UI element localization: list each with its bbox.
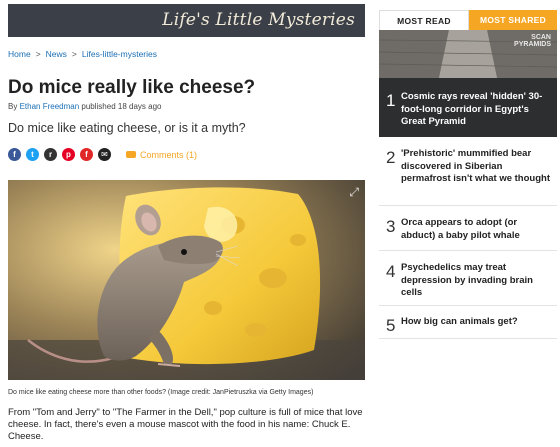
rank-number: 4: [386, 262, 396, 281]
hero-image: ⤢: [8, 180, 365, 380]
sidebar-tabs: MOST READ MOST SHARED: [379, 10, 557, 30]
most-read-item[interactable]: 2 'Prehistoric' mummified bear discovere…: [379, 137, 557, 206]
comment-bubble-icon: [126, 151, 136, 158]
breadcrumb-section[interactable]: Lifes-little-mysteries: [82, 49, 157, 59]
reddit-icon[interactable]: r: [44, 148, 57, 161]
most-read-item[interactable]: 5 How big can animals get?: [379, 306, 557, 339]
email-icon[interactable]: ✉: [98, 148, 111, 161]
most-read-item[interactable]: SCAN PYRAMIDS 1 Cosmic rays reveal 'hidde…: [378, 30, 558, 137]
tab-most-shared[interactable]: MOST SHARED: [469, 10, 557, 30]
breadcrumb-separator: >: [71, 49, 77, 59]
facebook-icon[interactable]: f: [8, 148, 21, 161]
rank-number: 3: [386, 217, 396, 236]
site-title[interactable]: Life's Little Mysteries: [162, 10, 355, 30]
rank-number: 1: [386, 91, 396, 110]
comments-label: Comments (1): [140, 149, 198, 160]
most-read-title[interactable]: How big can animals get?: [401, 316, 524, 329]
most-read-item[interactable]: 4 Psychedelics may treat depression by i…: [379, 251, 557, 306]
image-caption: Do mice like eating cheese more than oth…: [8, 389, 314, 396]
byline-prefix: By: [8, 102, 18, 111]
breadcrumb-separator: >: [35, 49, 41, 59]
article-standfirst: Do mice like eating cheese, or is it a m…: [8, 121, 246, 135]
article-paragraph: From "Tom and Jerry" to "The Farmer in t…: [8, 407, 363, 442]
flipboard-icon[interactable]: f: [80, 148, 93, 161]
scan-pyramids-logo: SCAN PYRAMIDS: [514, 34, 551, 48]
expand-icon[interactable]: ⤢: [349, 185, 359, 200]
byline: By Ethan Freedman published 18 days ago: [8, 102, 161, 111]
site-banner[interactable]: Life's Little Mysteries: [8, 4, 365, 37]
most-read-list: SCAN PYRAMIDS 1 Cosmic rays reveal 'hidde…: [378, 30, 558, 339]
breadcrumb-home[interactable]: Home: [8, 49, 31, 59]
comments-link[interactable]: Comments (1): [126, 150, 197, 160]
most-read-title[interactable]: Psychedelics may treat depression by inv…: [401, 262, 557, 300]
most-read-item[interactable]: 3 Orca appears to adopt (or abduct) a ba…: [379, 206, 557, 251]
tab-most-read[interactable]: MOST READ: [379, 10, 469, 30]
article-headline: Do mice really like cheese?: [8, 77, 256, 98]
most-read-title[interactable]: Cosmic rays reveal 'hidden' 30-foot-long…: [401, 91, 557, 129]
publish-date: published 18 days ago: [81, 102, 162, 111]
mouse-eating-cheese-illustration: [8, 180, 365, 380]
most-read-title[interactable]: 'Prehistoric' mummified bear discovered …: [401, 148, 557, 186]
rank-number: 2: [386, 148, 396, 167]
breadcrumb: Home > News > Lifes-little-mysteries: [8, 49, 157, 59]
rank-number: 5: [386, 316, 396, 335]
breadcrumb-news[interactable]: News: [46, 49, 67, 59]
pinterest-icon[interactable]: p: [62, 148, 75, 161]
share-bar: f t r p f ✉ Comments (1): [8, 148, 197, 161]
author-link[interactable]: Ethan Freedman: [20, 102, 80, 111]
most-read-title[interactable]: Orca appears to adopt (or abduct) a baby…: [401, 217, 557, 242]
twitter-icon[interactable]: t: [26, 148, 39, 161]
